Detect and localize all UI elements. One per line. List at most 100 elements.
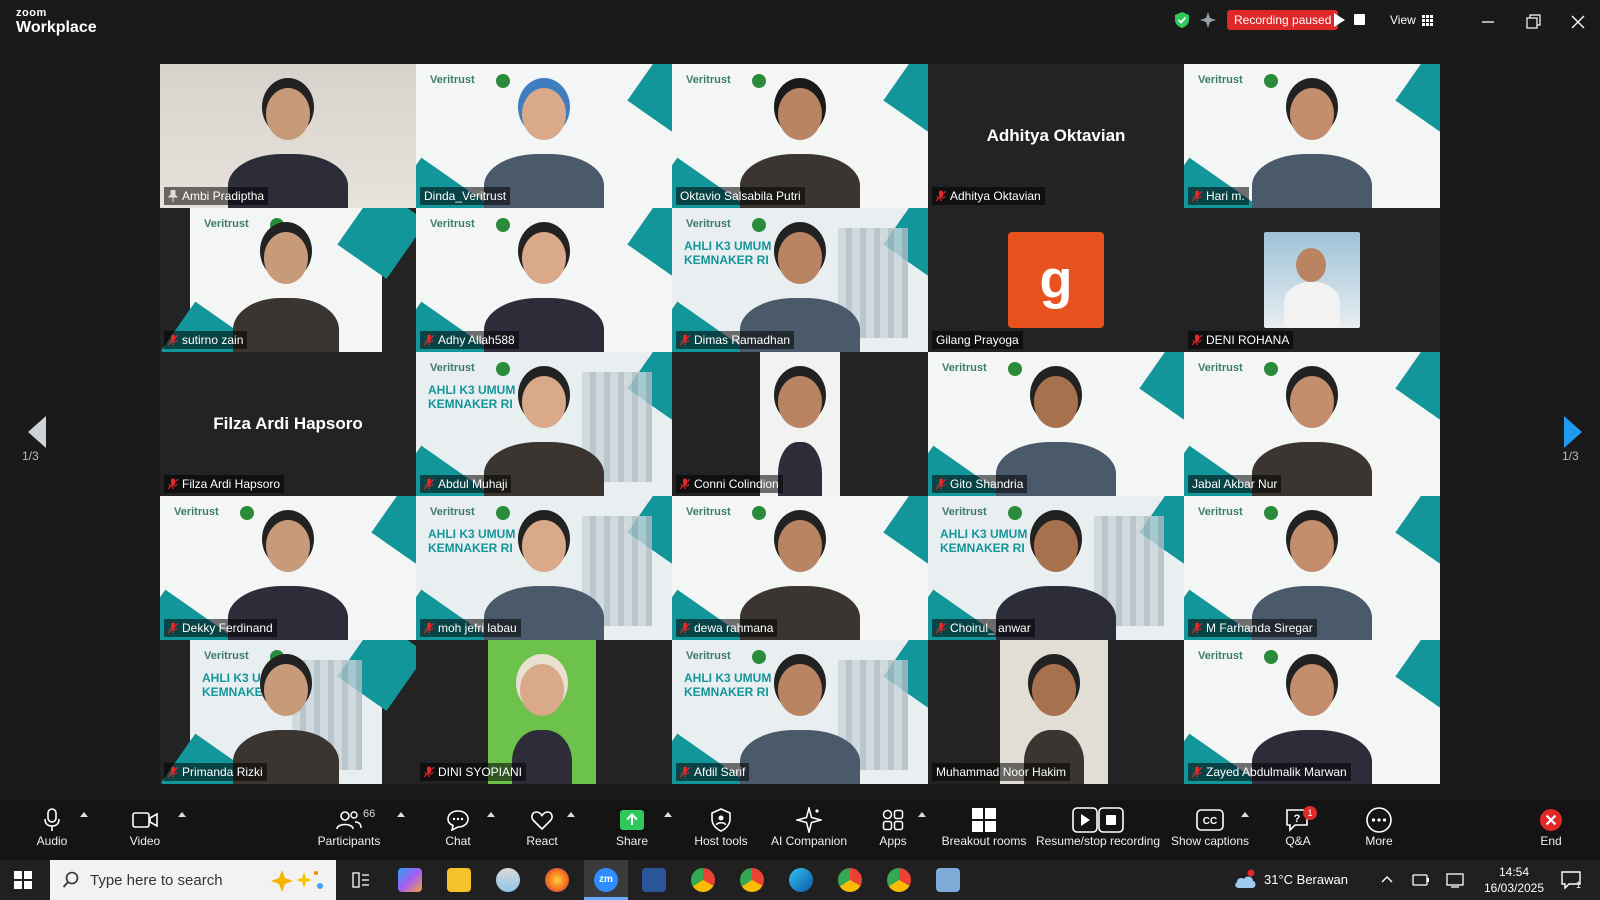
restore-icon[interactable] [1523,12,1543,32]
view-button[interactable]: View [1390,13,1433,27]
react-button[interactable]: React [522,806,562,848]
weather-text[interactable]: 31°C Berawan [1264,872,1348,887]
audio-options-caret-icon[interactable] [80,812,88,817]
weather-app-icon[interactable] [496,868,520,892]
participant-face [1034,520,1078,572]
participant-tile[interactable]: Veritrust sutirno zain [160,208,416,352]
participant-tile[interactable]: Ambi Pradiptha [160,64,416,208]
weather-cloud-icon[interactable] [1232,868,1258,892]
encryption-shield-icon[interactable] [1173,11,1191,29]
participant-tile[interactable]: Conni Colindion [672,352,928,496]
participant-name-label: Choirul_ anwar [932,619,1035,637]
participant-name-label: DINI SYOPIANI [420,763,527,781]
video-button[interactable]: Video [126,806,164,848]
chrome-profile-v-icon[interactable] [838,868,862,892]
minimize-icon[interactable] [1478,12,1498,32]
participant-tile[interactable]: Veritrust Adhy Allah588 [416,208,672,352]
share-button[interactable]: Share [614,806,650,848]
participant-face [264,664,308,716]
recording-status-badge[interactable]: Recording paused [1227,10,1339,30]
participant-tile[interactable]: Veritrust Oktavio Salsabila Putri [672,64,928,208]
close-icon[interactable] [1568,12,1588,32]
chrome-icon[interactable] [691,868,715,892]
next-page-arrow-icon[interactable] [1544,398,1600,478]
participant-tile[interactable]: Filza Ardi Hapsoro Filza Ardi Hapsoro [160,352,416,496]
host-tools-label: Host tools [694,834,748,848]
zoom-taskbar-active[interactable]: zm [584,860,628,900]
end-meeting-button[interactable]: End [1534,806,1568,848]
captions-options-caret-icon[interactable] [1241,812,1249,817]
participants-options-caret-icon[interactable] [397,812,405,817]
participant-tile[interactable]: Veritrust Zayed Abdulmalik Marwan [1184,640,1440,784]
participant-tile[interactable]: Veritrust AHLI K3 UMUM KEMNAKER RI Choirul_… [928,496,1184,640]
taskbar-clock[interactable]: 14:54 16/03/2025 [1480,864,1548,896]
show-hidden-icons-chevron-icon[interactable] [1380,874,1394,884]
resume-stop-recording-button[interactable]: Resume/stop recording [1034,806,1162,848]
backdrop-stripe [883,64,928,135]
ai-sparkle-icon[interactable] [1199,11,1217,29]
participant-tile[interactable]: DINI SYOPIANI [416,640,672,784]
participant-tile[interactable]: Veritrust Gito Shandria [928,352,1184,496]
taskbar-search-box[interactable]: Type here to search [50,860,336,900]
muted-microphone-icon [1192,622,1202,634]
word-app-icon[interactable] [642,868,666,892]
chat-button[interactable]: Chat [440,806,476,848]
participant-name: Adhitya Oktavian [950,189,1041,203]
video-label: Video [129,834,161,848]
firefox-icon[interactable] [545,868,569,892]
video-options-caret-icon[interactable] [178,812,186,817]
muted-microphone-icon [680,478,690,490]
audio-button[interactable]: Audio [34,806,70,848]
chrome-profile-o-icon[interactable] [887,868,911,892]
chrome-profile-icon[interactable] [740,868,764,892]
participant-tile[interactable]: Veritrust Hari m. [1184,64,1440,208]
network-icon[interactable] [1446,872,1464,888]
task-view-icon[interactable] [351,870,371,890]
participant-face [266,520,310,572]
stop-recording-icon[interactable] [1354,14,1365,25]
apps-options-caret-icon[interactable] [918,812,926,817]
participant-name-label: Primanda Rizki [164,763,267,781]
participant-tile[interactable]: Veritrust M Farhanda Siregar [1184,496,1440,640]
breakout-rooms-button[interactable]: Breakout rooms [940,806,1028,848]
share-options-caret-icon[interactable] [664,812,672,817]
edge-icon[interactable] [789,868,813,892]
muted-microphone-icon [424,334,434,346]
participant-name: DENI ROHANA [1206,333,1290,347]
participant-name: Filza Ardi Hapsoro [182,477,281,491]
participant-tile[interactable]: Veritrust Dinda_Veritrust [416,64,672,208]
resume-recording-icon[interactable] [1334,13,1345,27]
participant-face [266,88,310,140]
chat-options-caret-icon[interactable] [487,812,495,817]
participant-tile[interactable]: Veritrust AHLI K3 UMUM KEMNAKER RI Primanda… [160,640,416,784]
react-options-caret-icon[interactable] [567,812,575,817]
muted-microphone-icon [168,766,178,778]
participant-face [1290,520,1334,572]
participant-tile[interactable]: DENI ROHANA [1184,208,1440,352]
previous-page-arrow-icon[interactable] [10,398,66,478]
remote-desktop-icon[interactable] [936,868,960,892]
participant-tile[interactable]: Veritrust AHLI K3 UMUM KEMNAKER RI Dimas Ra… [672,208,928,352]
participant-tile[interactable]: Veritrust AHLI K3 UMUM KEMNAKER RI Abdul Mu… [416,352,672,496]
participant-tile[interactable]: Veritrust AHLI K3 UMUM KEMNAKER RI moh jefr… [416,496,672,640]
battery-icon[interactable] [1412,872,1430,888]
file-explorer-icon[interactable] [447,868,471,892]
host-tools-button[interactable]: Host tools [690,806,752,848]
more-button[interactable]: More [1362,806,1396,848]
participant-tile[interactable]: Adhitya Oktavian Adhitya Oktavian [928,64,1184,208]
copilot-app-icon[interactable] [398,868,422,892]
windows-start-icon[interactable] [14,871,32,889]
gear-logo-icon [1264,362,1278,376]
veritrust-logo: Veritrust [430,506,475,518]
participant-name-label: moh jefri labau [420,619,521,637]
participant-tile[interactable]: Veritrust Dekky Ferdinand [160,496,416,640]
apps-button[interactable]: Apps [876,806,910,848]
ai-companion-button[interactable]: AI Companion [767,806,851,848]
participant-tile[interactable]: g Gilang Prayoga [928,208,1184,352]
end-meeting-icon [1540,809,1562,831]
participant-tile[interactable]: Veritrust dewa rahmana [672,496,928,640]
show-captions-button[interactable]: CC Show captions [1168,806,1252,848]
participant-tile[interactable]: Veritrust AHLI K3 UMUM KEMNAKER RI Afdil Sa… [672,640,928,784]
participant-tile[interactable]: Muhammad Noor Hakim [928,640,1184,784]
participant-tile[interactable]: Veritrust Jabal Akbar Nur [1184,352,1440,496]
